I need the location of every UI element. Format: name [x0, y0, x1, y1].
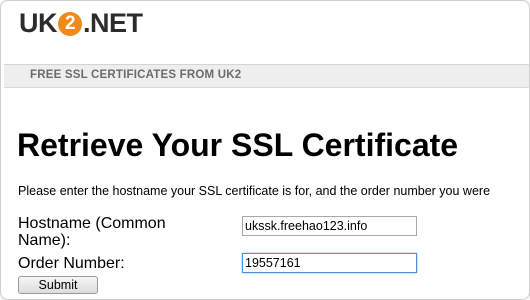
page-title: Retrieve Your SSL Certificate: [17, 127, 459, 163]
page-frame: UK 2 .NET FREE SSL CERTIFICATES FROM UK2…: [0, 0, 530, 300]
logo-badge: 2: [58, 12, 82, 36]
logo-prefix: UK: [19, 8, 58, 38]
banner-text: FREE SSL CERTIFICATES FROM UK2: [30, 69, 242, 81]
header-banner: FREE SSL CERTIFICATES FROM UK2: [4, 64, 529, 88]
hostname-label: Hostname (Common Name):: [18, 215, 166, 249]
hostname-input[interactable]: [242, 216, 417, 236]
order-number-label: Order Number:: [18, 255, 125, 272]
submit-button[interactable]: Submit: [18, 276, 98, 294]
logo-suffix: .NET: [83, 8, 143, 38]
instructions-text: Please enter the hostname your SSL certi…: [18, 184, 491, 198]
uk2-logo[interactable]: UK 2 .NET: [19, 7, 143, 39]
order-number-input[interactable]: [242, 253, 417, 273]
